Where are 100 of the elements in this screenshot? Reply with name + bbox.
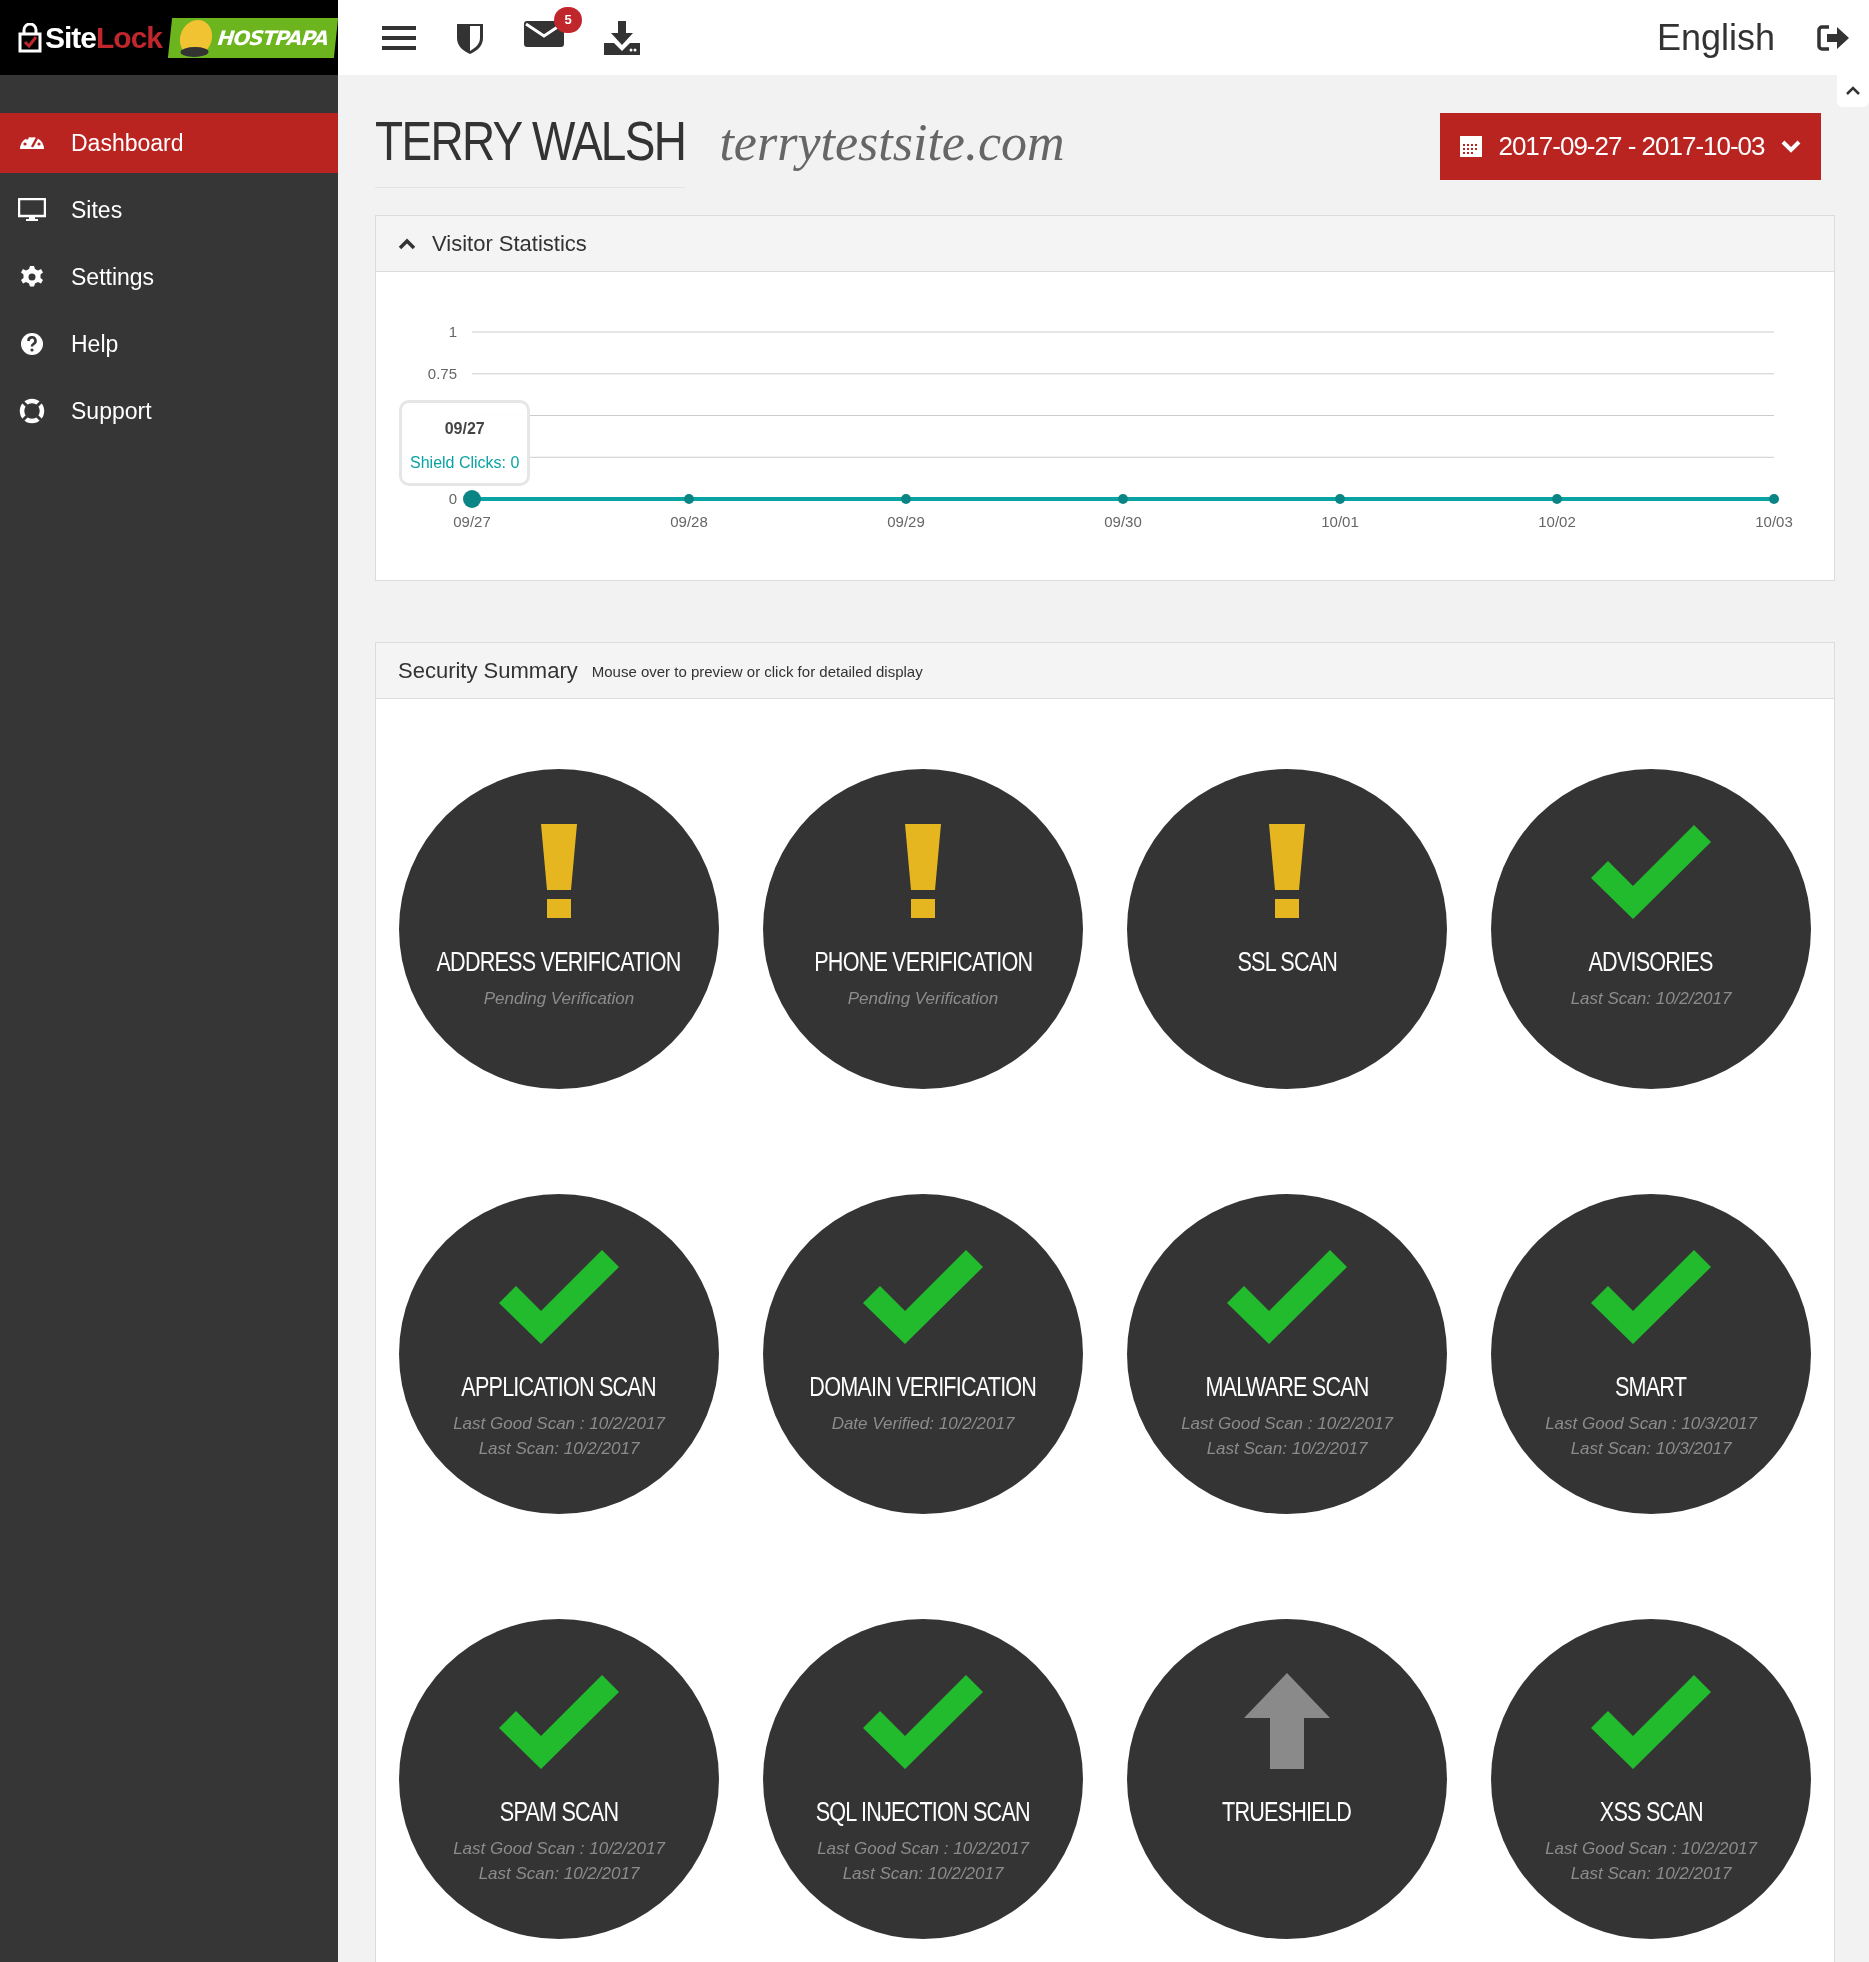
tile-subtitle: Last Good Scan : 10/2/2017 xyxy=(453,1414,665,1434)
status-tile[interactable]: DOMAIN VERIFICATION Date Verified: 10/2/2017 xyxy=(763,1194,1083,1514)
axis-label: 09/30 xyxy=(1104,513,1142,530)
axis-label: 1 xyxy=(448,323,457,340)
tile-title: SPAM SCAN xyxy=(499,1799,619,1826)
panel-title: Visitor Statistics xyxy=(432,230,587,258)
axis-label: 09/29 xyxy=(887,513,925,530)
sidebar-item[interactable]: Settings xyxy=(0,247,338,307)
checkmark-icon xyxy=(863,1248,983,1344)
tile-subtitle: Pending Verification xyxy=(483,989,635,1009)
axis-label: 0.75 xyxy=(427,364,457,382)
sidebar-item[interactable]: Support xyxy=(0,381,338,441)
tile-subtitle: Date Verified: 10/2/2017 xyxy=(831,1414,1015,1434)
tile-title: SQL INJECTION SCAN xyxy=(815,1799,1030,1826)
tile-title: MALWARE SCAN xyxy=(1205,1374,1369,1401)
tile-subtitle: Last Good Scan : 10/3/2017 xyxy=(1545,1414,1757,1434)
data-point xyxy=(1118,494,1128,504)
status-tile[interactable]: ADDRESS VERIFICATION Pending Verification xyxy=(399,769,719,1089)
chevron-up-icon xyxy=(1845,86,1861,96)
tile-subtitle: Last Good Scan : 10/2/2017 xyxy=(1545,1839,1757,1859)
data-point xyxy=(684,494,694,504)
data-point xyxy=(1552,494,1562,504)
tile-title: TRUESHIELD xyxy=(1222,1799,1352,1826)
status-tile[interactable]: APPLICATION SCAN Last Good Scan : 10/2/2017 Last Scan: 10/2/2017 xyxy=(399,1194,719,1514)
logout-icon[interactable] xyxy=(1817,23,1851,52)
axis-label: 09/27 xyxy=(453,513,491,530)
settings-icon xyxy=(20,265,44,289)
tile-title: PHONE VERIFICATION xyxy=(814,949,1032,976)
help-icon xyxy=(20,332,44,356)
status-tile[interactable]: SPAM SCAN Last Good Scan : 10/2/2017 Last Scan: 10/2/2017 xyxy=(399,1619,719,1939)
axis-label: 0 xyxy=(448,490,457,507)
tooltip-value: Shield Clicks: 0 xyxy=(410,453,520,473)
tile-subtitle: Last Scan: 10/2/2017 xyxy=(1206,1439,1368,1459)
data-point xyxy=(463,490,481,508)
axis-label: 09/28 xyxy=(670,513,708,530)
notification-badge: 5 xyxy=(554,7,582,33)
status-tile[interactable]: ADVISORIES Last Scan: 10/2/2017 xyxy=(1491,769,1811,1089)
tooltip-date: 09/27 xyxy=(444,419,485,439)
axis-label: 10/03 xyxy=(1755,513,1793,530)
sidebar-item[interactable]: Sites xyxy=(0,180,338,240)
collapse-icon[interactable] xyxy=(398,237,416,250)
scroll-top-button[interactable] xyxy=(1837,75,1869,107)
tile-title: DOMAIN VERIFICATION xyxy=(809,1374,1037,1401)
status-tile[interactable]: SSL SCAN xyxy=(1127,769,1447,1089)
support-icon xyxy=(19,398,45,424)
sidebar-item[interactable]: Help xyxy=(0,314,338,374)
site-name: terrytestsite.com xyxy=(719,117,1065,169)
data-point xyxy=(1335,494,1345,504)
tile-subtitle: Last Scan: 10/2/2017 xyxy=(1570,1864,1732,1884)
tile-subtitle: Last Good Scan : 10/2/2017 xyxy=(817,1839,1029,1859)
exclamation-icon xyxy=(1269,824,1305,918)
status-tile[interactable]: PHONE VERIFICATION Pending Verification xyxy=(763,769,1083,1089)
tile-title: SMART xyxy=(1615,1374,1687,1401)
axis-label: 10/01 xyxy=(1321,513,1359,530)
data-point xyxy=(1769,494,1779,504)
status-tile[interactable]: SMART Last Good Scan : 10/3/2017 Last Scan: 10/3/2017 xyxy=(1491,1194,1811,1514)
up-arrow-icon xyxy=(1244,1673,1330,1769)
account-name: TERRY WALSH xyxy=(375,113,686,188)
status-tile[interactable]: MALWARE SCAN Last Good Scan : 10/2/2017 Last Scan: 10/2/2017 xyxy=(1127,1194,1447,1514)
menu-icon[interactable] xyxy=(382,23,416,52)
monitor-icon xyxy=(18,198,46,222)
lock-icon xyxy=(18,22,42,53)
panel-hint: Mouse over to preview or click for detailed display xyxy=(591,662,923,683)
tile-subtitle: Last Scan: 10/2/2017 xyxy=(1570,989,1732,1009)
tile-title: XSS SCAN xyxy=(1599,1799,1703,1826)
sidebar-item[interactable]: Dashboard xyxy=(0,113,338,173)
logo-text: SiteLock xyxy=(45,22,163,53)
tile-subtitle: Last Good Scan : 10/2/2017 xyxy=(453,1839,665,1859)
status-tile[interactable]: XSS SCAN Last Good Scan : 10/2/2017 Last Scan: 10/2/2017 xyxy=(1491,1619,1811,1939)
axis-label: 10/02 xyxy=(1538,513,1576,530)
date-range-button[interactable]: 2017-09-27 - 2017-10-03 xyxy=(1440,113,1821,180)
status-tile[interactable]: SQL INJECTION SCAN Last Good Scan : 10/2/2017 Last Scan: 10/2/2017 xyxy=(763,1619,1083,1939)
checkmark-icon xyxy=(499,1248,619,1344)
status-tile[interactable]: TRUESHIELD xyxy=(1127,1619,1447,1939)
tile-title: SSL SCAN xyxy=(1237,949,1337,976)
mail-icon[interactable] xyxy=(524,19,564,49)
data-point xyxy=(901,494,911,504)
tile-subtitle: Last Scan: 10/2/2017 xyxy=(842,1864,1004,1884)
tile-subtitle: Last Scan: 10/2/2017 xyxy=(478,1864,640,1884)
tile-title: ADDRESS VERIFICATION xyxy=(436,949,681,976)
download-icon[interactable] xyxy=(604,20,640,55)
tile-title: ADVISORIES xyxy=(1588,949,1713,976)
tile-subtitle: Last Scan: 10/3/2017 xyxy=(1570,1439,1732,1459)
caret-icon xyxy=(1780,139,1801,154)
tile-subtitle: Pending Verification xyxy=(847,989,999,1009)
tile-subtitle: Last Good Scan : 10/2/2017 xyxy=(1181,1414,1393,1434)
checkmark-icon xyxy=(1591,1673,1711,1769)
language-selector[interactable]: English xyxy=(1656,10,1775,65)
tile-title: APPLICATION SCAN xyxy=(461,1374,657,1401)
checkmark-icon xyxy=(1591,823,1711,919)
panel-title: Security Summary xyxy=(398,657,578,685)
checkmark-icon xyxy=(499,1673,619,1769)
checkmark-icon xyxy=(863,1673,983,1769)
partner-logo: HOSTPAPA xyxy=(167,17,339,58)
tile-subtitle: Last Scan: 10/2/2017 xyxy=(478,1439,640,1459)
checkmark-icon xyxy=(1227,1248,1347,1344)
exclamation-icon xyxy=(541,824,577,918)
dashboard-icon xyxy=(19,136,45,150)
checkmark-icon xyxy=(1591,1248,1711,1344)
exclamation-icon xyxy=(905,824,941,918)
